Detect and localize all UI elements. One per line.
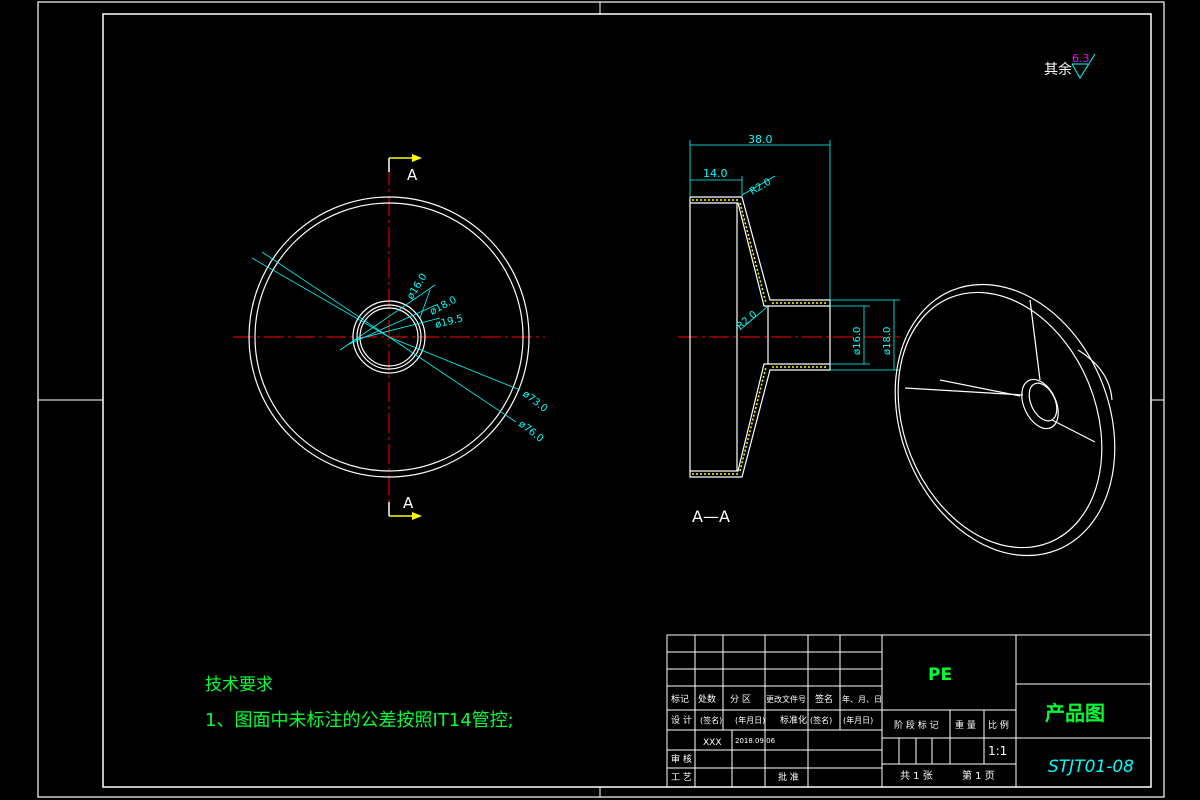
scale: 1:1	[988, 744, 1007, 758]
drawing-name: 产品图	[1045, 701, 1105, 725]
section-title: A—A	[692, 507, 730, 526]
h-doc: 更改文件号	[766, 694, 806, 704]
inner-frame	[102, 13, 1152, 788]
roughness-symbol: 其余 6.3	[1044, 52, 1096, 79]
r-process: 工 艺	[671, 772, 692, 783]
dim-r2-mid: R2.0	[735, 309, 760, 332]
roughness-label: 其余	[1044, 61, 1072, 78]
r-date2: (年月日)	[843, 715, 873, 725]
tech-req-title: 技术要求	[205, 675, 273, 695]
r-approve: 批 准	[778, 771, 799, 783]
stage: 阶 段 标 记	[894, 719, 939, 731]
r-sign1: (签名)	[700, 715, 722, 725]
tech-req-line1: 1、图面中未标注的公差按照IT14管控;	[205, 710, 514, 731]
r-std: 标准化	[780, 714, 807, 726]
h-sign: 签名	[815, 693, 833, 705]
dim-d16-side: ø16.0	[852, 327, 863, 355]
scale-label: 比 例	[988, 719, 1009, 731]
title-block-text: PE 产品图 STJT01-08 标记 处数 分 区 更改文件号 签名 年、月、…	[671, 665, 1134, 783]
cad-drawing: 其余 6.3 A A ø16.0 ø18.0 ø19.5 ø73.0 ø76.0…	[37, 1, 1165, 798]
section-label-bottom: A	[403, 494, 414, 512]
h-mark: 标记	[671, 693, 689, 705]
drawing-number: STJT01-08	[1048, 757, 1134, 777]
isometric-view	[894, 283, 1116, 557]
dim-d18-side: ø18.0	[882, 327, 893, 355]
designer: XXX	[703, 738, 722, 748]
dim-d19-5: ø19.5	[434, 313, 464, 331]
r-sign2: (签名)	[810, 715, 832, 725]
r-review: 审 核	[671, 753, 692, 765]
section-label-top: A	[407, 166, 418, 184]
r-design: 设 计	[671, 714, 692, 726]
h-count: 处数	[698, 693, 716, 705]
r-date1: (年月日)	[735, 715, 765, 725]
dim-d73: ø73.0	[520, 389, 549, 415]
dim-14: 14.0	[703, 167, 728, 180]
dim-38: 38.0	[748, 133, 773, 146]
h-zone: 分 区	[730, 694, 751, 705]
section-view: 38.0 14.0 R2.0 R2.0 ø16.0 ø18.0 A—A	[678, 133, 900, 526]
h-date: 年、月、日	[842, 694, 882, 704]
design-date: 2018.09.06	[735, 737, 776, 745]
dim-d18: ø18.0	[428, 295, 458, 318]
sheet-number: 第 1 页	[962, 769, 995, 782]
total-sheets: 共 1 张	[900, 770, 933, 782]
material: PE	[928, 665, 952, 685]
front-view: A A ø16.0 ø18.0 ø19.5 ø73.0 ø76.0	[233, 154, 549, 520]
weight: 重 量	[955, 719, 976, 731]
dim-r2-top: R2.0	[748, 177, 773, 198]
roughness-value: 6.3	[1072, 52, 1090, 65]
dim-d76: ø76.0	[516, 419, 545, 445]
